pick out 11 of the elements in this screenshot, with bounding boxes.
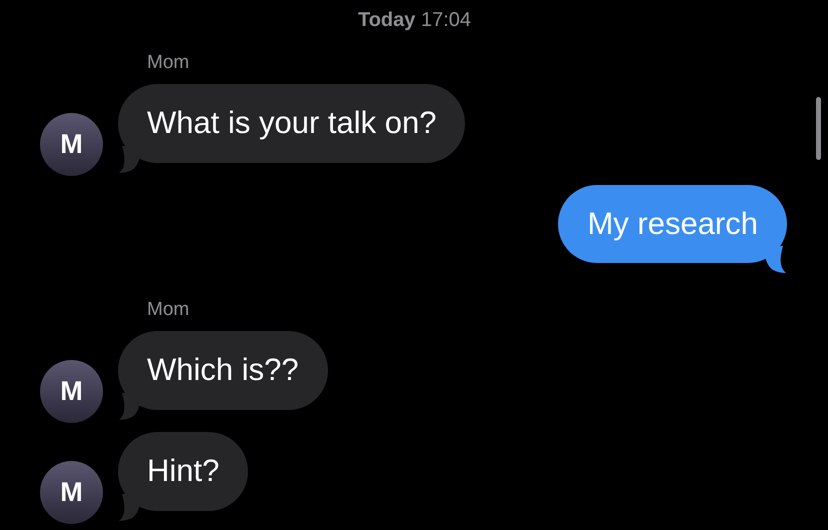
message-bubble: My research [558,185,787,263]
avatar[interactable]: M [40,461,103,524]
sender-name: Mom [147,300,190,318]
sender-name: Mom [147,52,190,72]
avatar[interactable]: M [40,113,103,176]
message-bubble: Hint? [118,432,248,511]
message-bubble: What is your talk on? [118,84,466,163]
timestamp: Today 17:04 [358,8,472,33]
message-bubble: Which is?? [118,331,328,410]
scrollbar[interactable] [816,97,821,160]
avatar[interactable]: M [40,360,103,423]
